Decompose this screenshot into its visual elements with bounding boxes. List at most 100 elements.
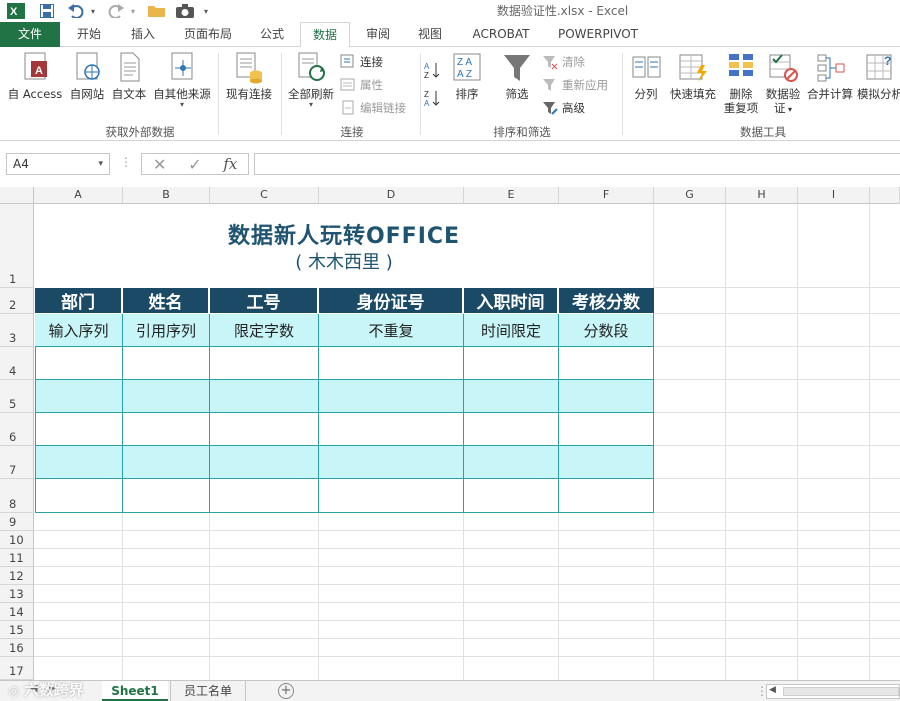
data-cell[interactable] [559,380,654,413]
row-header-6[interactable]: 6 [0,413,34,446]
data-cell[interactable] [319,347,464,380]
rule-cell-hire-date[interactable]: 时间限定 [464,314,559,347]
clear-button[interactable]: 清除 [542,52,585,72]
tab-insert[interactable]: 插入 [118,22,168,47]
column-header-i[interactable]: I [798,187,870,204]
data-cell[interactable] [464,413,559,446]
row-header-12[interactable]: 12 [0,567,34,585]
scrollbar-thumb[interactable] [783,687,899,696]
sort-descending-button[interactable]: ZA [424,87,444,108]
tab-data[interactable]: 数据 [300,22,350,48]
header-cell-name[interactable]: 姓名 [123,288,210,314]
sheet-tab-sheet1[interactable]: Sheet1 [102,681,168,701]
data-cell[interactable] [559,479,654,513]
data-cell[interactable] [319,446,464,479]
data-cell[interactable] [123,479,210,513]
connections-button[interactable]: 连接 [340,52,383,72]
tab-view[interactable]: 视图 [406,22,454,47]
header-cell-department[interactable]: 部门 [35,288,123,314]
from-web-button[interactable]: 自网站 [66,51,108,101]
data-cell[interactable] [35,380,123,413]
merged-title-cell[interactable]: 数据新人玩转OFFICE ( 木木西里 ) [35,204,653,288]
data-cell[interactable] [464,347,559,380]
name-box[interactable]: A4 ▾ [6,153,110,175]
row-header-13[interactable]: 13 [0,585,34,603]
row-header-17[interactable]: 17 [0,657,34,680]
existing-connections-button[interactable]: 现有连接 [222,51,276,101]
data-cell[interactable] [35,446,123,479]
data-validation-button[interactable]: 数据验证 ▾ [762,51,804,117]
sort-button[interactable]: Z AA Z 排序 [448,51,486,101]
data-cell[interactable] [35,413,123,446]
row-header-8[interactable]: 8 [0,479,34,513]
column-header-h[interactable]: H [726,187,798,204]
tab-file[interactable]: 文件 [0,22,60,47]
data-cell[interactable] [464,380,559,413]
row-header-10[interactable]: 10 [0,531,34,549]
tab-formulas[interactable]: 公式 [248,22,296,47]
header-cell-id-number[interactable]: 身份证号 [319,288,464,314]
rule-cell-employee-id[interactable]: 限定字数 [210,314,319,347]
row-header-3[interactable]: 3 [0,314,34,347]
header-cell-score[interactable]: 考核分数 [559,288,654,314]
data-cell[interactable] [464,446,559,479]
reapply-button[interactable]: 重新应用 [542,75,608,95]
sort-ascending-button[interactable]: AZ [424,59,444,80]
data-cell[interactable] [35,347,123,380]
remove-duplicates-button[interactable]: 删除 重复项 [720,51,762,115]
data-cell[interactable] [319,479,464,513]
from-text-button[interactable]: 自文本 [108,51,150,101]
data-cell[interactable] [210,479,319,513]
column-header-a[interactable]: A [34,187,123,204]
row-header-14[interactable]: 14 [0,603,34,621]
what-if-analysis-button[interactable]: ? 模拟分析 [857,51,900,101]
data-cell[interactable] [123,413,210,446]
data-cell[interactable] [123,380,210,413]
from-other-sources-button[interactable]: 自其他来源 ▾ [150,51,214,109]
select-all-corner[interactable] [0,187,34,204]
sheet-tab-employee-list[interactable]: 员工名单 [170,681,246,701]
properties-button[interactable]: 属性 [340,75,383,95]
column-header-f[interactable]: F [559,187,654,204]
rule-cell-id-number[interactable]: 不重复 [319,314,464,347]
tab-powerpivot[interactable]: POWERPIVOT [548,22,648,47]
tab-home[interactable]: 开始 [64,22,114,47]
tab-page-layout[interactable]: 页面布局 [172,22,244,47]
row-header-9[interactable]: 9 [0,513,34,531]
worksheet-grid[interactable]: A B C D E F G H I 1 2 3 4 5 6 7 8 9 10 1… [0,187,900,680]
consolidate-button[interactable]: 合并计算 [804,51,856,101]
data-cell[interactable] [210,380,319,413]
add-sheet-icon[interactable]: + [278,683,294,699]
rule-cell-department[interactable]: 输入序列 [35,314,123,347]
data-cell[interactable] [464,479,559,513]
confirm-entry-icon[interactable]: ✓ [177,155,212,174]
data-cell[interactable] [559,446,654,479]
name-box-dropdown-icon[interactable]: ▾ [98,154,103,174]
row-header-2[interactable]: 2 [0,288,34,314]
data-cell[interactable] [210,413,319,446]
edit-links-button[interactable]: 编辑链接 [340,98,406,118]
row-header-16[interactable]: 16 [0,639,34,657]
column-header-b[interactable]: B [123,187,210,204]
row-header-1[interactable]: 1 [0,204,34,288]
refresh-all-button[interactable]: 全部刷新 ▾ [284,51,338,109]
data-cell[interactable] [210,347,319,380]
advanced-filter-button[interactable]: 高级 [542,98,585,118]
row-header-4[interactable]: 4 [0,347,34,380]
row-header-15[interactable]: 15 [0,621,34,639]
data-cell[interactable] [319,413,464,446]
from-access-button[interactable]: A 自 Access [4,51,66,101]
tab-review[interactable]: 审阅 [354,22,402,47]
filter-button[interactable]: 筛选 [496,51,538,101]
column-header-g[interactable]: G [654,187,726,204]
header-cell-hire-date[interactable]: 入职时间 [464,288,559,314]
data-cell[interactable] [559,413,654,446]
text-to-columns-button[interactable]: 分列 [626,51,666,101]
data-cell[interactable] [123,446,210,479]
data-cell[interactable] [123,347,210,380]
header-cell-employee-id[interactable]: 工号 [210,288,319,314]
tab-acrobat[interactable]: ACROBAT [462,22,540,47]
row-header-11[interactable]: 11 [0,549,34,567]
column-header-c[interactable]: C [210,187,319,204]
data-cell[interactable] [319,380,464,413]
